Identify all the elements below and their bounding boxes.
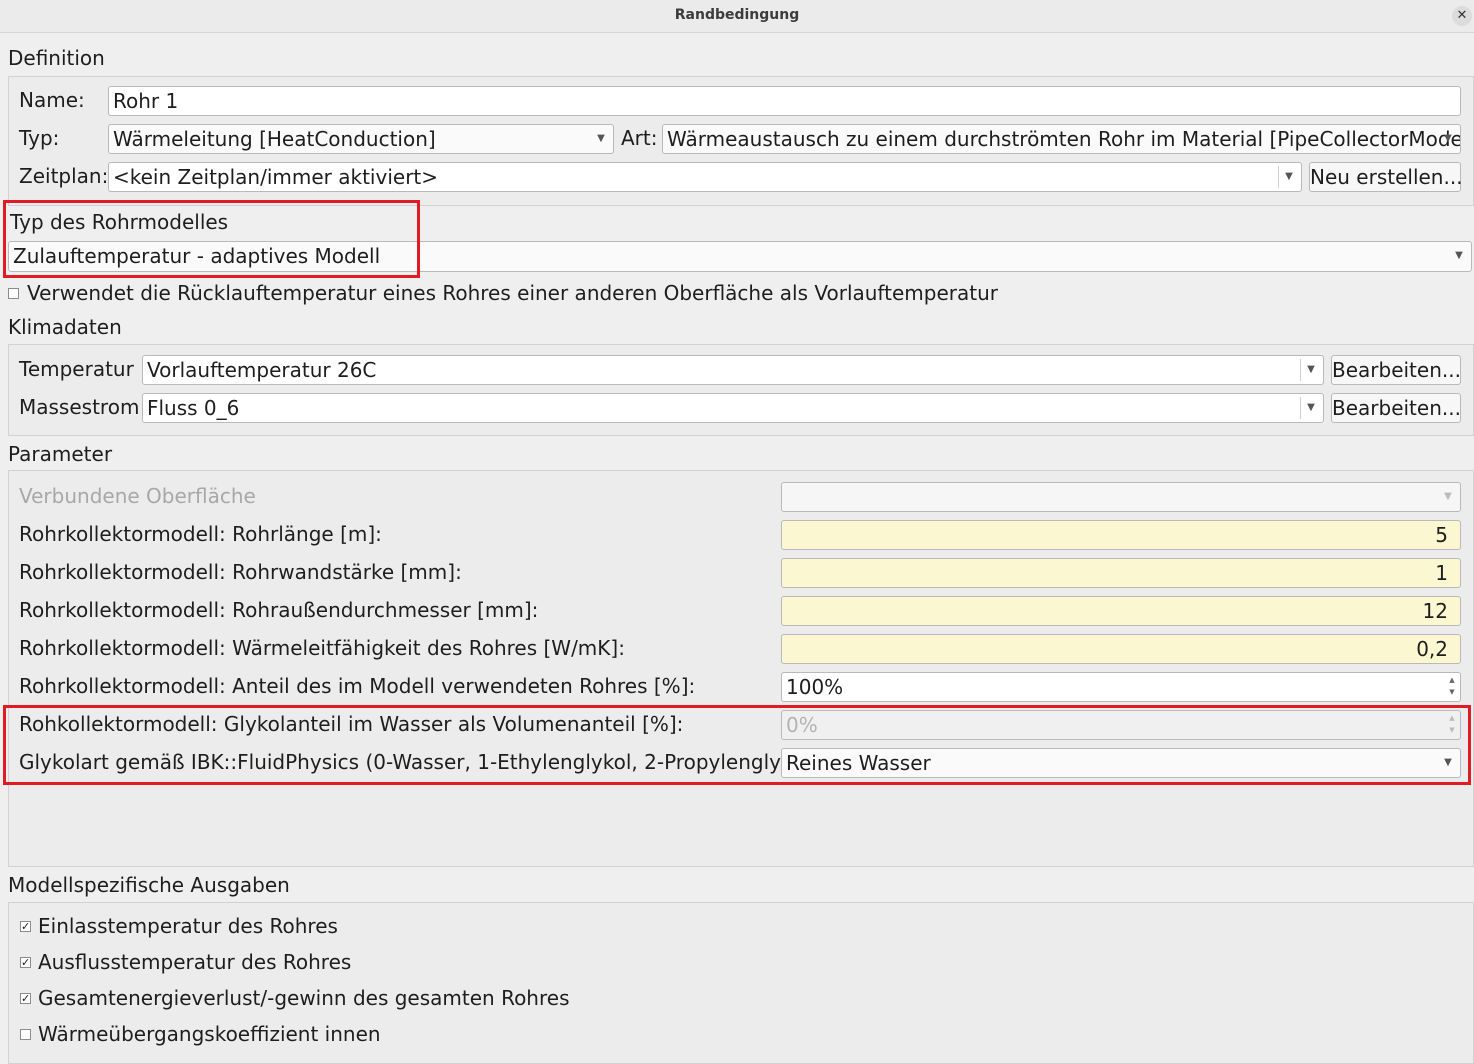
output-label-energie: Gesamtenergieverlust/-gewinn des gesamte… [38,986,570,1010]
zeitplan-select[interactable]: <kein Zeitplan/immer aktiviert> ▼ [108,162,1302,192]
art-select[interactable]: Wärmeaustausch zu einem durchströmten Ro… [662,124,1461,154]
typ-select-value: Wärmeleitung [HeatConduction] [113,127,436,151]
anteil-value: 100% [786,675,844,699]
window-title: Randbedingung [674,7,800,23]
temperatur-label: Temperatur [19,357,134,381]
highlight-pipe-model [3,200,420,278]
verbundene-label: Verbundene Oberfläche [19,484,256,508]
reuse-return-temp-label: Verwendet die Rücklauftemperatur eines R… [27,281,998,305]
chevron-down-icon: ▼ [597,133,605,144]
output-checkbox-waermeuebergang[interactable] [20,1029,31,1040]
output-checkbox-einlass[interactable]: ✓ [20,921,31,932]
output-label-ausfluss: Ausflusstemperatur des Rohres [38,950,352,974]
param-label-waermeleitfaehigkeit: Rohrkollektormodell: Wärmeleitfähigkeit … [19,636,625,660]
chevron-down-icon: ▼ [1285,171,1293,182]
param-label-rohraussendurchmesser: Rohrkollektormodell: Rohraußendurchmesse… [19,598,539,622]
neu-erstellen-button[interactable]: Neu erstellen... [1309,162,1463,192]
zeitplan-select-value: <kein Zeitplan/immer aktiviert> [113,165,439,189]
combo-separator [1300,397,1301,419]
name-label: Name: [19,88,85,112]
combo-separator [1300,359,1301,381]
output-checkbox-energie[interactable]: ✓ [20,993,31,1004]
reuse-return-temp-checkbox[interactable] [8,288,19,299]
chevron-down-icon: ▼ [1307,364,1315,375]
output-label-einlass: Einlasstemperatur des Rohres [38,914,338,938]
rohraussendurchmesser-input[interactable]: 12 [781,596,1461,626]
massestrom-edit-button[interactable]: Bearbeiten... [1331,393,1461,423]
spin-arrows-icon[interactable]: ▲ ▼ [1446,674,1458,700]
definition-section-title: Definition [8,46,105,70]
typ-label: Typ: [19,126,60,150]
chevron-down-icon: ▼ [1444,133,1452,144]
verbundene-select[interactable]: ▼ [781,482,1461,512]
output-label-waermeuebergang: Wärmeübergangskoeffizient innen [38,1022,381,1046]
close-icon[interactable]: ✕ [1452,6,1472,26]
waermeleitfaehigkeit-input[interactable]: 0,2 [781,634,1461,664]
massestrom-select-value: Fluss 0_6 [147,396,240,420]
param-label-rohrlaenge: Rohrkollektormodell: Rohrlänge [m]: [19,522,382,546]
chevron-down-icon: ▼ [1455,250,1463,261]
art-select-value: Wärmeaustausch zu einem durchströmten Ro… [667,127,1461,151]
chevron-down-icon: ▼ [1444,491,1452,502]
rohrlaenge-input[interactable]: 5 [781,520,1461,550]
param-label-rohrwandstaerke: Rohrkollektormodell: Rohrwandstärke [mm]… [19,560,462,584]
anteil-label: Rohrkollektormodell: Anteil des im Model… [19,674,696,698]
massestrom-select[interactable]: Fluss 0_6 ▼ [142,393,1324,423]
name-input[interactable]: Rohr 1 [108,86,1461,116]
temperatur-select[interactable]: Vorlauftemperatur 26C ▼ [142,355,1324,385]
highlight-glykol [3,705,1471,785]
anteil-spinbox[interactable]: 100% ▲ ▼ [781,672,1461,702]
typ-select[interactable]: Wärmeleitung [HeatConduction] ▼ [108,124,614,154]
zeitplan-label: Zeitplan: [19,164,109,188]
rohrwandstaerke-input[interactable]: 1 [781,558,1461,588]
massestrom-label: Massestrom [19,395,140,419]
outputs-section-title: Modellspezifische Ausgaben [8,873,290,897]
output-checkbox-ausfluss[interactable]: ✓ [20,957,31,968]
temperatur-edit-button[interactable]: Bearbeiten... [1331,355,1461,385]
combo-separator [1278,166,1279,188]
art-label: Art: [621,126,658,150]
chevron-down-icon: ▼ [1307,402,1315,413]
parameter-section-title: Parameter [8,442,113,466]
temperatur-select-value: Vorlauftemperatur 26C [147,358,377,382]
climate-section-title: Klimadaten [8,315,122,339]
